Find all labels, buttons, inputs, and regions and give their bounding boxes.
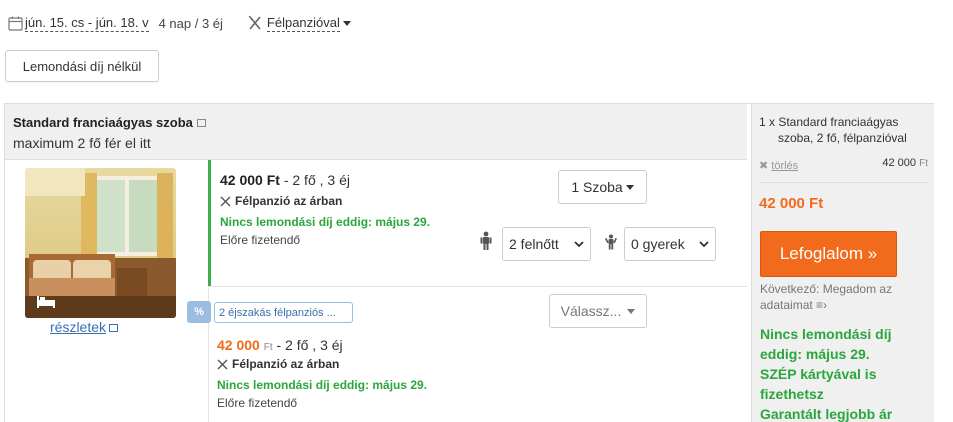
room-count-value: 1 Szoba [571, 179, 623, 195]
offer-meal: Félpanzió az árban [220, 194, 342, 208]
next-step-note: Következő: Megadom az adataimat ≡› [760, 281, 920, 313]
offer-2-select-value: Válassz... [560, 303, 622, 319]
summary-item-price-amount: 42 000 [882, 157, 917, 169]
search-summary-bar: jún. 15. cs - jún. 18. v 4 nap / 3 éj Fé… [8, 12, 351, 34]
external-link-icon [196, 119, 206, 127]
offer-meal-label: Félpanzió az árban [235, 194, 343, 208]
offer-row-1: 42 000 Ft - 2 fő , 3 éj Félpanzió az árb… [208, 160, 747, 287]
offer-2-select[interactable]: Válassz... [549, 294, 647, 328]
cutlery-icon [217, 359, 228, 369]
offer-price-line: 42 000 Ft - 2 fő , 3 éj [220, 172, 350, 188]
cutlery-icon [248, 15, 261, 30]
benefit-line: fizethetsz [760, 386, 824, 402]
chevron-down-icon [342, 20, 351, 26]
free-cancellation-filter-button[interactable]: Lemondási díj nélkül [5, 50, 159, 82]
board-label[interactable]: Félpanzióval [266, 15, 340, 32]
offer-2-price-amount: 42 000 [217, 337, 260, 353]
bed-icon [37, 296, 55, 308]
chevron-down-icon [574, 240, 584, 247]
room-details-label[interactable]: részletek [50, 319, 106, 335]
adults-select[interactable]: 2 felnőtt [502, 227, 591, 261]
child-icon [605, 234, 617, 250]
offer-2-payment-note: Előre fizetendő [217, 396, 298, 410]
arrow-list-icon: ≡› [816, 298, 828, 312]
summary-total: 42 000 Ft [759, 195, 824, 212]
offer-divider [208, 286, 747, 287]
summary-item: 1 x Standard franciaágyas szoba, 2 fő, f… [759, 114, 931, 146]
chevron-down-icon [625, 184, 634, 190]
offer-2-price-suffix: - 2 fő , 3 éj [272, 337, 343, 353]
adults-value: 2 felnőtt [509, 236, 559, 252]
summary-item-price: 42 000 Ft [882, 157, 928, 169]
benefit-line: eddig: május 29. [760, 346, 870, 362]
offer-price: 42 000 Ft [220, 172, 280, 188]
chevron-down-icon [699, 240, 709, 247]
nights-count: 4 nap / 3 éj [158, 15, 223, 31]
discount-badge: % [187, 301, 211, 323]
benefit-line: SZÉP kártyával is [760, 366, 877, 382]
close-icon: ✖ [759, 160, 769, 172]
cutlery-icon [220, 196, 231, 206]
benefit-line: Nincs lemondási díj [760, 326, 892, 342]
board-selector[interactable]: Félpanzióval [247, 15, 351, 32]
adult-icon [480, 231, 492, 250]
room-header: Standard franciaágyas szoba maximum 2 fő… [5, 104, 747, 160]
children-select[interactable]: 0 gyerek [624, 227, 716, 261]
summary-divider [759, 182, 927, 183]
offer-2-price-line: 42 000 Ft - 2 fő , 3 éj [217, 337, 343, 353]
offer-2-price-currency: Ft [263, 342, 273, 353]
offer-price-suffix: - 2 fő , 3 éj [279, 172, 350, 188]
date-range-picker[interactable]: jún. 15. cs - jún. 18. v [25, 15, 149, 32]
offer-2-cancel-policy: Nincs lemondási díj eddig: május 29. [217, 378, 428, 392]
summary-line-2: szoba, 2 fő, félpanzióval [778, 131, 907, 145]
room-capacity: maximum 2 fő fér el itt [13, 135, 151, 151]
benefit-line: Garantált legjobb ár [760, 406, 893, 422]
room-count-select[interactable]: 1 Szoba [558, 170, 647, 204]
chevron-down-icon [627, 308, 636, 314]
offer-2-meal-label: Félpanzió az árban [232, 357, 340, 371]
room-title-wrap[interactable]: Standard franciaágyas szoba [13, 115, 206, 130]
offer-2-meal: Félpanzió az árban [217, 357, 339, 371]
summary-benefits: Nincs lemondási díj eddig: május 29. SZÉ… [760, 324, 930, 422]
children-value: 0 gyerek [631, 236, 685, 252]
book-now-button[interactable]: Lefoglalom » [760, 231, 897, 277]
offer-payment-note: Előre fizetendő [220, 233, 301, 247]
booking-summary-panel: 1 x Standard franciaágyas szoba, 2 fő, f… [751, 104, 934, 422]
room-photo[interactable] [25, 168, 176, 318]
room-title[interactable]: Standard franciaágyas szoba [13, 115, 193, 130]
remove-item-link[interactable]: ✖ törlés [759, 159, 798, 172]
external-link-icon [109, 324, 119, 332]
room-details-link[interactable]: részletek [50, 319, 119, 335]
summary-line-1: 1 x Standard franciaágyas [759, 115, 899, 129]
summary-item-price-currency: Ft [919, 158, 928, 169]
package-tag[interactable]: 2 éjszakás félpanziós ... [214, 302, 353, 323]
remove-item-label[interactable]: törlés [771, 160, 798, 172]
calendar-icon [8, 16, 23, 31]
room-card: Standard franciaágyas szoba maximum 2 fő… [4, 103, 934, 422]
offer-cancel-policy: Nincs lemondási díj eddig: május 29. [220, 215, 431, 229]
